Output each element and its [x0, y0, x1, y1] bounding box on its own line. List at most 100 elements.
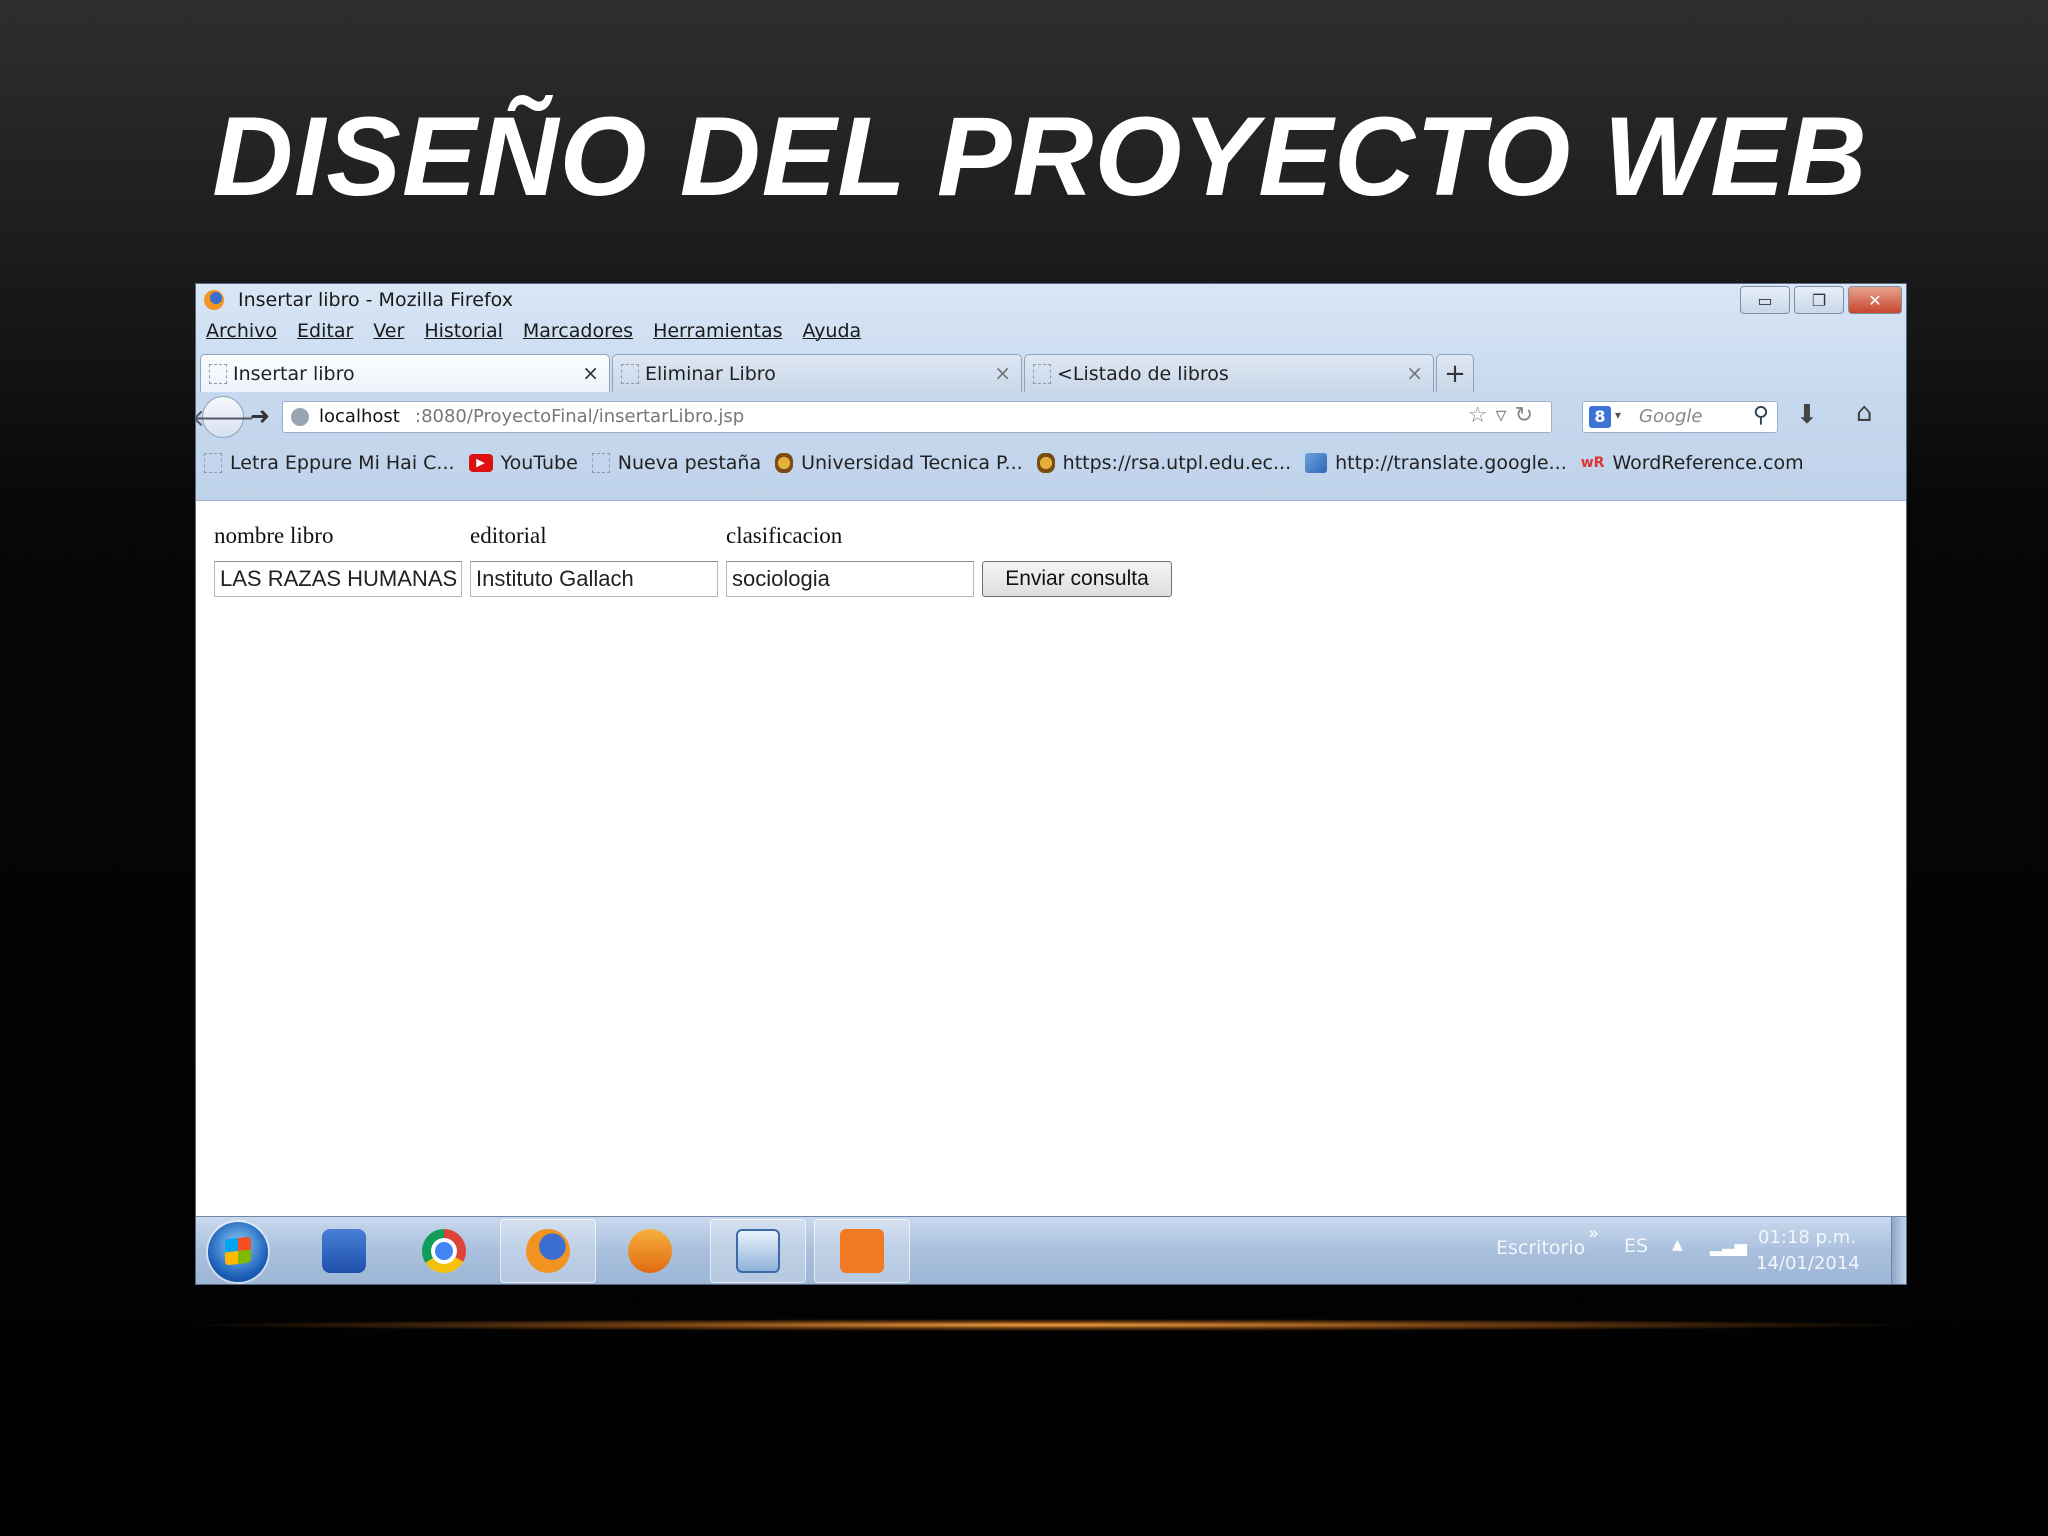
virtualbox-icon: [736, 1229, 780, 1273]
menu-editar[interactable]: Editar: [297, 320, 353, 342]
tab-eliminar-libro[interactable]: Eliminar Libro ×: [612, 354, 1022, 392]
taskbar-media-player[interactable]: [602, 1219, 698, 1283]
bookmark-rsa-utpl[interactable]: https://rsa.utpl.edu.ec...: [1036, 452, 1292, 474]
start-button[interactable]: [208, 1222, 268, 1282]
bookmark-letra[interactable]: Letra Eppure Mi Hai C...: [204, 452, 455, 474]
show-hidden-icons-icon[interactable]: ▲: [1672, 1237, 1683, 1253]
label-editorial: editorial: [470, 523, 547, 548]
chevron-down-icon[interactable]: ▾: [1615, 408, 1621, 422]
home-icon[interactable]: ⌂: [1856, 398, 1873, 428]
taskbar-messenger[interactable]: [296, 1219, 392, 1283]
menu-historial[interactable]: Historial: [424, 320, 503, 342]
back-button[interactable]: 🡐: [196, 396, 255, 438]
navigation-bar: 🡐 ➜ localhost :8080/ProyectoFinal/insert…: [196, 392, 1906, 442]
tab-close-icon[interactable]: ×: [994, 361, 1011, 385]
seal-icon: [775, 453, 794, 473]
firefox-icon: [204, 290, 224, 310]
browser-chrome: Insertar libro - Mozilla Firefox ▭ ❐ ✕ A…: [196, 284, 1906, 501]
label-nombre-libro: nombre libro: [214, 523, 334, 548]
messenger-icon: [322, 1229, 366, 1273]
bookmark-nueva-pestana[interactable]: Nueva pestaña: [591, 452, 762, 474]
menu-ayuda[interactable]: Ayuda: [802, 320, 861, 342]
clasificacion-input[interactable]: sociologia: [726, 561, 974, 597]
bookmark-label: WordReference.com: [1612, 452, 1804, 474]
youtube-icon: ▶: [468, 454, 493, 472]
xampp-icon: [840, 1229, 884, 1273]
bookmark-star-icon[interactable]: ☆▿↻: [1468, 403, 1541, 428]
submit-button[interactable]: Enviar consulta: [982, 561, 1172, 597]
slide-glow-line: [196, 1319, 1906, 1331]
bookmark-label: https://rsa.utpl.edu.ec...: [1062, 452, 1292, 474]
chevron-right-icon[interactable]: »: [1588, 1223, 1599, 1244]
close-button[interactable]: ✕: [1848, 286, 1902, 314]
bookmark-label: Nueva pestaña: [617, 452, 762, 474]
clock-date: 14/01/2014: [1756, 1253, 1860, 1274]
search-icon[interactable]: ⚲: [1753, 403, 1769, 428]
bookmarks-bar: Letra Eppure Mi Hai C... ▶ YouTube Nueva …: [204, 452, 1804, 474]
title-bar: Insertar libro - Mozilla Firefox ▭ ❐ ✕: [196, 284, 1906, 316]
language-indicator[interactable]: ES: [1624, 1235, 1648, 1257]
editorial-input[interactable]: Instituto Gallach: [470, 561, 718, 597]
tab-close-icon[interactable]: ×: [1406, 361, 1423, 385]
chrome-icon: [422, 1229, 466, 1273]
menu-archivo[interactable]: Archivo: [206, 320, 277, 342]
tab-label: <Listado de libros: [1057, 363, 1229, 385]
bookmark-label: Universidad Tecnica P...: [801, 452, 1023, 474]
bookmark-universidad[interactable]: Universidad Tecnica P...: [775, 452, 1023, 474]
tab-insertar-libro[interactable]: Insertar libro ×: [200, 354, 610, 392]
menu-bar: Archivo Editar Ver Historial Marcadores …: [206, 320, 861, 342]
forward-button[interactable]: ➜: [250, 402, 270, 430]
clock[interactable]: 01:18 p.m. 14/01/2014: [1756, 1225, 1860, 1277]
translate-icon: [1305, 453, 1328, 473]
page-content: nombre libro editorial clasificacion LAS…: [196, 501, 1906, 1216]
page-icon: [209, 364, 227, 384]
restore-button[interactable]: ❐: [1794, 286, 1844, 314]
url-host: localhost: [319, 406, 400, 427]
network-signal-icon[interactable]: ▂▃▅: [1710, 1237, 1747, 1256]
url-path: :8080/ProyectoFinal/insertarLibro.jsp: [415, 406, 745, 427]
window-title: Insertar libro - Mozilla Firefox: [238, 289, 513, 311]
nombre-libro-input[interactable]: LAS RAZAS HUMANAS: [214, 561, 462, 597]
menu-marcadores[interactable]: Marcadores: [523, 320, 633, 342]
windows-logo-icon: [225, 1236, 251, 1266]
minimize-button[interactable]: ▭: [1740, 286, 1790, 314]
bookmark-label: Letra Eppure Mi Hai C...: [230, 452, 455, 474]
tab-strip: Insertar libro × Eliminar Libro × <Lista…: [200, 354, 1474, 392]
taskbar-virtualbox[interactable]: [710, 1219, 806, 1283]
firefox-icon: [526, 1229, 570, 1273]
url-bar[interactable]: localhost :8080/ProyectoFinal/insertarLi…: [282, 401, 1552, 433]
search-box[interactable]: 8 ▾ Google ⚲: [1582, 401, 1778, 433]
bookmark-youtube[interactable]: ▶ YouTube: [468, 452, 578, 474]
search-placeholder: Google: [1639, 406, 1703, 427]
download-icon[interactable]: ⬇: [1796, 400, 1818, 430]
media-player-icon: [628, 1229, 672, 1273]
label-clasificacion: clasificacion: [726, 523, 843, 548]
taskbar-xampp[interactable]: [814, 1219, 910, 1283]
menu-ver[interactable]: Ver: [373, 320, 404, 342]
show-desktop-button[interactable]: [1891, 1217, 1906, 1284]
page-icon: [621, 364, 639, 384]
slide-title: DISEÑO DEL PROYECTO WEB: [212, 94, 1868, 219]
taskbar-firefox[interactable]: [500, 1219, 596, 1283]
menu-herramientas[interactable]: Herramientas: [653, 320, 782, 342]
bookmark-label: YouTube: [500, 452, 578, 474]
new-tab-button[interactable]: +: [1436, 354, 1474, 392]
tab-label: Eliminar Libro: [645, 363, 776, 385]
window-controls: ▭ ❐ ✕: [1740, 286, 1902, 314]
clock-time: 01:18 p.m.: [1758, 1227, 1856, 1248]
taskbar-chrome[interactable]: [396, 1219, 492, 1283]
bookmark-translate[interactable]: http://translate.google...: [1305, 452, 1567, 474]
site-identity-icon[interactable]: [291, 408, 309, 426]
tab-close-icon[interactable]: ×: [582, 361, 599, 385]
search-engine-icon[interactable]: 8: [1589, 406, 1611, 428]
bookmark-wordreference[interactable]: wR WordReference.com: [1581, 452, 1804, 474]
tab-label: Insertar libro: [233, 363, 355, 385]
bookmark-label: http://translate.google...: [1335, 452, 1567, 474]
page-icon: [1033, 364, 1051, 384]
firefox-window: Insertar libro - Mozilla Firefox ▭ ❐ ✕ A…: [196, 284, 1906, 1284]
desktop-toolbar-label[interactable]: Escritorio: [1496, 1237, 1585, 1259]
seal-icon: [1036, 453, 1055, 473]
wordreference-icon: wR: [1580, 455, 1605, 471]
tab-listado-libros[interactable]: <Listado de libros ×: [1024, 354, 1434, 392]
page-icon: [204, 453, 222, 473]
